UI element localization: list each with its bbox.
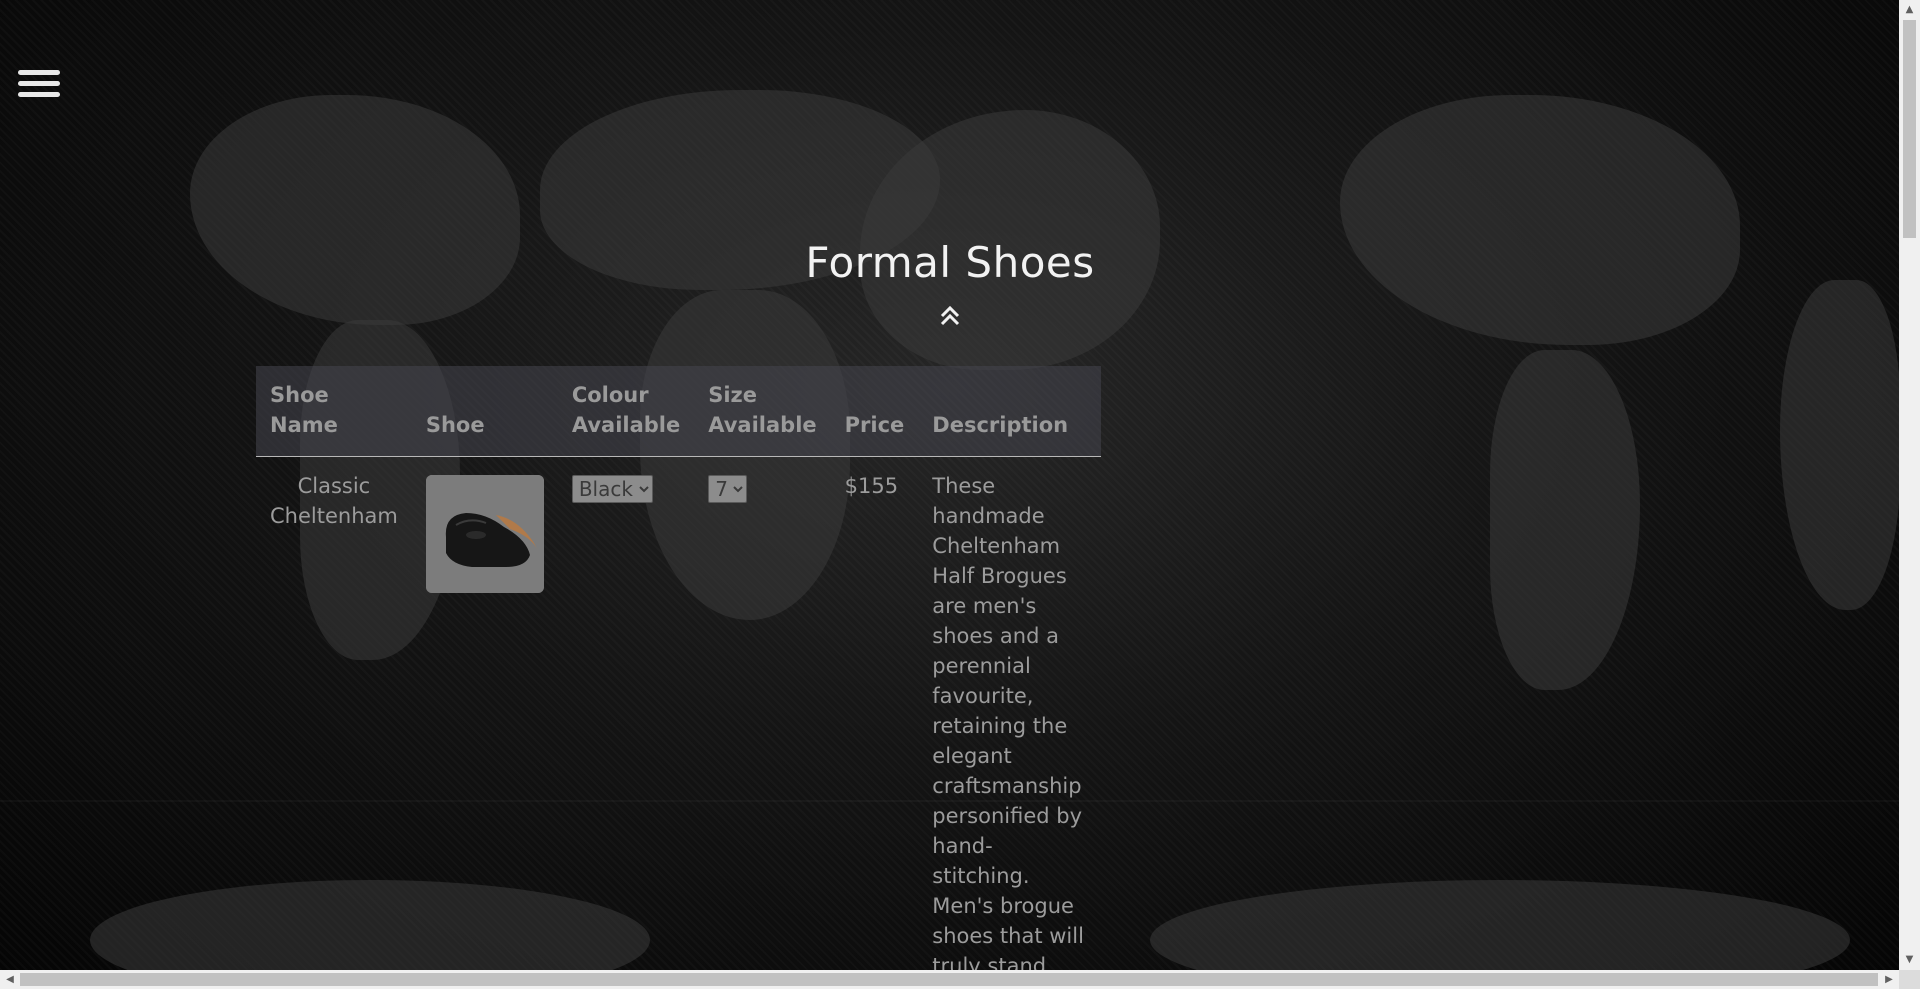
scroll-left-arrow-icon[interactable]: ◀	[0, 970, 20, 989]
vertical-scroll-thumb[interactable]	[1903, 20, 1916, 238]
size-cell: 7	[694, 457, 830, 971]
world-map-bottom-right	[1150, 880, 1850, 970]
header-price: Price	[844, 413, 905, 437]
table-row: Classic Cheltenham Black 7 $155 These ha…	[256, 457, 1101, 971]
header-shoe-name: Shoe Name	[270, 383, 338, 437]
header-colour: Colour Available	[571, 383, 681, 437]
shoe-image[interactable]	[425, 475, 544, 593]
shoe-icon	[425, 475, 544, 593]
size-select[interactable]: 7	[708, 475, 748, 503]
shoe-table-container: Shoe Name Shoe Colour Available Size Ava…	[256, 366, 1102, 971]
price-cell: $155	[844, 474, 899, 498]
shoe-description: These handmade Cheltenham Half Brogues a…	[932, 474, 1084, 970]
horizontal-scroll-thumb[interactable]	[20, 973, 1878, 986]
scrollbar-corner	[1899, 970, 1920, 989]
world-map-africa-repeat	[1780, 280, 1899, 610]
title-block: Formal Shoes	[800, 238, 1100, 327]
scroll-down-arrow-icon[interactable]: ▼	[1899, 950, 1920, 970]
world-map-north-america-repeat	[1340, 95, 1740, 345]
header-size: Size Available	[708, 383, 817, 437]
colour-select[interactable]: Black	[571, 475, 653, 503]
shoe-name-cell: Classic Cheltenham	[270, 474, 398, 528]
double-chevron-up-icon[interactable]	[939, 305, 961, 327]
world-map-north-america	[190, 95, 520, 325]
page-background: Formal Shoes Shoe Name Shoe Colour Avail…	[0, 0, 1899, 970]
shoe-image-cell	[412, 457, 558, 971]
shoe-table: Shoe Name Shoe Colour Available Size Ava…	[256, 366, 1102, 971]
scroll-right-arrow-icon[interactable]: ▶	[1879, 970, 1899, 989]
vertical-scrollbar[interactable]: ▲ ▼	[1899, 0, 1920, 970]
world-map-south-america-repeat	[1490, 350, 1640, 690]
scroll-up-arrow-icon[interactable]: ▲	[1899, 0, 1920, 20]
table-header-row: Shoe Name Shoe Colour Available Size Ava…	[256, 366, 1102, 457]
hamburger-icon[interactable]	[18, 70, 60, 102]
colour-cell: Black	[558, 457, 694, 971]
page-title: Formal Shoes	[805, 238, 1095, 287]
header-description: Description	[932, 413, 1069, 437]
horizontal-scrollbar[interactable]: ◀ ▶	[0, 970, 1899, 989]
header-shoe: Shoe	[425, 413, 485, 437]
description-cell: These handmade Cheltenham Half Brogues a…	[918, 457, 1101, 970]
